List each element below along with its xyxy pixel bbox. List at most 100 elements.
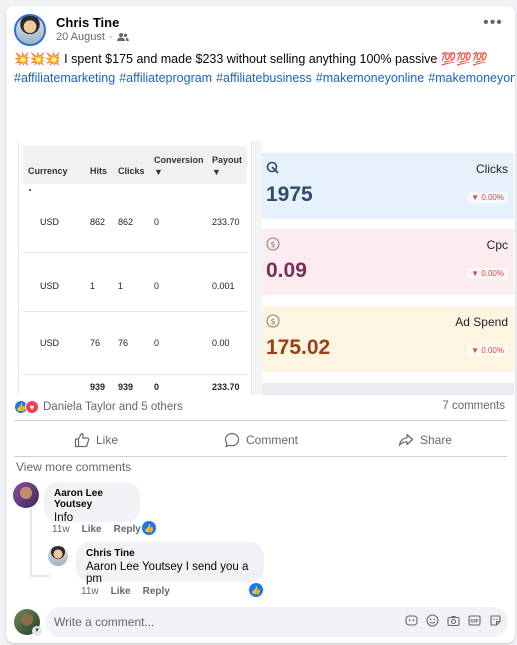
table-cell: 0 [154, 338, 160, 348]
table-cell: 1 [90, 281, 96, 291]
gif-icon[interactable]: GIF [468, 614, 481, 627]
stat-change-badge: ▼ 0.00% [467, 268, 508, 279]
comment-time[interactable]: 11w [52, 524, 70, 535]
post-header: Chris Tine 20 August · ••• [6, 6, 515, 46]
stat-card-clicks: Clicks 1975 ▼ 0.00% [262, 153, 514, 219]
row-divider [23, 311, 247, 312]
comment-like-reaction-icon[interactable]: 👍 [249, 583, 263, 597]
hashtag-link[interactable]: #affiliatebusiness [216, 71, 312, 85]
stat-label: Clicks [476, 162, 508, 176]
comment-meta: 11w Like Reply [52, 524, 141, 535]
comment-bubble: Aaron Lee Youtsey Info [44, 482, 140, 524]
post-card: Chris Tine 20 August · ••• 💥💥💥 I spent $… [6, 6, 515, 643]
commenter-avatar[interactable] [13, 482, 39, 508]
author-avatar[interactable] [14, 14, 46, 46]
col-payout: Payout ▼ [212, 155, 243, 177]
stat-card-partial [262, 383, 514, 395]
comment-like-reaction-icon[interactable]: 👍 [142, 521, 156, 535]
commenter-avatar[interactable] [48, 546, 68, 566]
comment-bubble: Chris Tine Aaron Lee Youtsey I send you … [76, 542, 264, 585]
row-divider [23, 374, 247, 375]
table-cell: 233.70 [212, 217, 240, 227]
table-total: 939 [90, 382, 106, 392]
panel-divider [252, 141, 262, 395]
table-cell: USD [40, 217, 60, 227]
more-options-icon[interactable]: ••• [481, 15, 505, 36]
hashtag-link[interactable]: #makemoneyonline [316, 71, 424, 85]
svg-text:$: $ [270, 317, 275, 326]
friends-icon [116, 33, 129, 41]
comment-text: Aaron Lee Youtsey I send you a pm [86, 561, 249, 585]
stat-value: 0.09 [266, 259, 307, 282]
row-divider [23, 252, 247, 253]
col-hits: Hits [90, 166, 108, 176]
divider [14, 420, 507, 421]
table-cell: 1 [118, 281, 124, 291]
love-reaction-icon: ♥ [25, 400, 39, 414]
stats-table: Currency Hits Clicks Conversion ▼ Payout… [18, 141, 252, 395]
dollar-circle-icon: $ [266, 314, 280, 328]
col-currency: Currency [28, 166, 68, 176]
svg-text:GIF: GIF [470, 619, 479, 625]
reactors-text: Daniela Taylor and 5 others [43, 401, 183, 413]
comment-like-link[interactable]: Like [82, 524, 102, 535]
author-name[interactable]: Chris Tine [56, 15, 119, 30]
share-label: Share [420, 433, 453, 447]
comment-icon [224, 432, 240, 448]
table-total: 233.70 [212, 382, 240, 392]
table-total: 939 [118, 382, 134, 392]
stat-card-cpc: $ Cpc 0.09 ▼ 0.00% [262, 229, 514, 295]
hashtags: #affiliatemarketing #affiliateprogram #aff… [14, 71, 515, 86]
comment-time[interactable]: 11w [81, 586, 99, 597]
comment-meta: 11w Like Reply [81, 586, 170, 597]
table-cell: 76 [118, 338, 129, 348]
comment-input[interactable]: Write a comment... [54, 615, 154, 629]
table-cell: 0.00 [212, 338, 230, 348]
comment-reply-link[interactable]: Reply [114, 524, 141, 535]
chevron-down-icon[interactable]: ▾ [32, 626, 42, 636]
hashtag-link[interactable]: #affiliatemarketing [14, 71, 115, 85]
hashtag-link[interactable]: #makemoneyonlinenow [428, 71, 515, 85]
emoji-icon[interactable] [426, 614, 439, 627]
commenter-name[interactable]: Chris Tine [86, 548, 254, 559]
col-clicks: Clicks [118, 166, 145, 176]
share-icon [398, 433, 414, 447]
thread-branch [30, 575, 50, 577]
table-marker [29, 189, 31, 191]
hashtag-link[interactable]: #affiliateprogram [119, 71, 212, 85]
table-cell: 0.001 [212, 281, 235, 291]
share-button[interactable]: Share [398, 426, 452, 454]
stat-value: 1975 [266, 183, 313, 206]
table-total: 0 [154, 382, 160, 392]
reactions-summary[interactable]: 👍 ♥ Daniela Taylor and 5 others [14, 398, 183, 416]
table-cell: USD [40, 281, 60, 291]
like-button[interactable]: Like [74, 426, 118, 454]
stat-card-ad-spend: $ Ad Spend 175.02 ▼ 0.00% [262, 306, 514, 372]
commenter-name[interactable]: Aaron Lee Youtsey [54, 488, 130, 510]
view-more-comments[interactable]: View more comments [16, 460, 131, 474]
stat-label: Cpc [486, 238, 508, 252]
post-image[interactable]: Currency Hits Clicks Conversion ▼ Payout… [6, 141, 515, 395]
sticker-icon[interactable] [489, 614, 502, 627]
cursor-click-icon [266, 161, 279, 174]
thread-line [30, 509, 32, 575]
post-meta: 20 August · [56, 31, 129, 43]
post-text: 💥💥💥 I spent $175 and made $233 without s… [14, 52, 488, 66]
table-cell: USD [40, 338, 60, 348]
composer-tools: GIF [405, 614, 502, 627]
comment-reply-link[interactable]: Reply [143, 586, 170, 597]
comment-button[interactable]: Comment [224, 426, 298, 454]
stat-change-badge: ▼ 0.00% [467, 192, 508, 203]
stat-label: Ad Spend [455, 315, 508, 329]
table-cell: 0 [154, 217, 160, 227]
comment-like-link[interactable]: Like [111, 586, 131, 597]
comments-count[interactable]: 7 comments [442, 400, 505, 412]
comment-composer[interactable]: Write a comment... GIF [46, 607, 508, 637]
like-label: Like [96, 433, 119, 447]
comment-label: Comment [246, 433, 299, 447]
table-cell: 0 [154, 281, 160, 291]
col-conversion: Conversion ▼ [154, 155, 204, 177]
post-date[interactable]: 20 August [56, 31, 105, 43]
avatar-sticker-icon[interactable] [405, 614, 418, 627]
camera-icon[interactable] [447, 614, 460, 627]
